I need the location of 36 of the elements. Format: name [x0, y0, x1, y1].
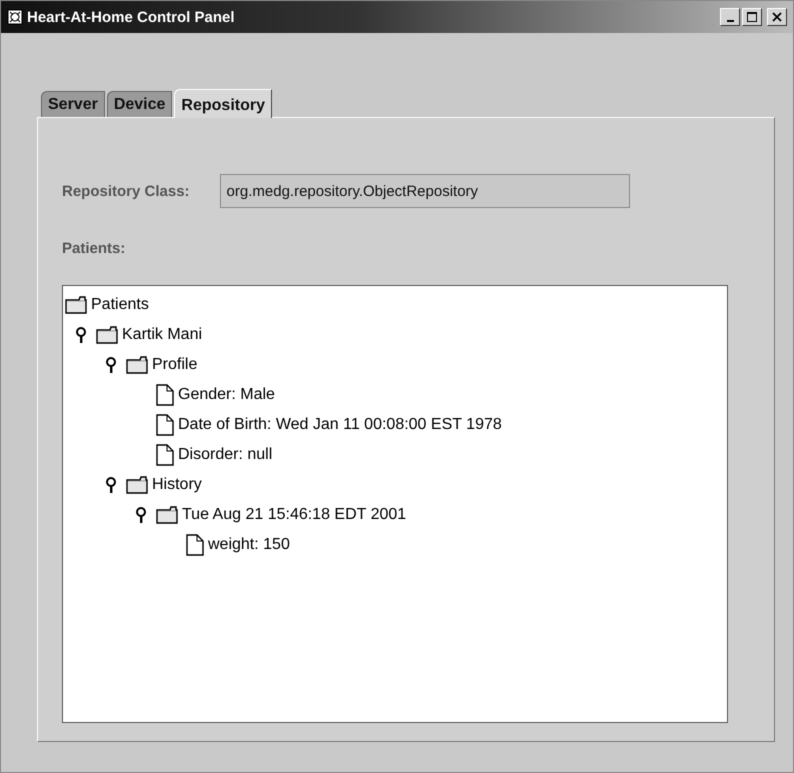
- folder-icon: [126, 476, 148, 494]
- close-icon: [772, 12, 782, 22]
- minimize-button[interactable]: [720, 8, 740, 26]
- expanded-handle-icon[interactable]: [76, 327, 86, 343]
- expanded-handle-icon[interactable]: [106, 477, 116, 493]
- tree-node[interactable]: Profile: [152, 356, 198, 374]
- maximize-button[interactable]: [742, 8, 762, 26]
- app-icon: [7, 9, 23, 25]
- document-icon: [186, 534, 204, 556]
- tree-node[interactable]: Kartik Mani: [122, 326, 202, 344]
- patients-label: Patients:: [62, 240, 126, 257]
- close-button[interactable]: [767, 8, 787, 26]
- field-label: Repository Class:: [62, 182, 190, 200]
- repository-class-field[interactable]: org.medg.repository.ObjectRepository: [220, 174, 630, 208]
- tree-node[interactable]: weight: 150: [208, 536, 290, 554]
- tab[interactable]: Device: [106, 91, 172, 117]
- tree-node[interactable]: Patients: [91, 296, 149, 314]
- maximize-icon: [747, 12, 757, 22]
- tree-node[interactable]: Disorder: null: [178, 446, 272, 464]
- document-icon: [156, 384, 174, 406]
- tab[interactable]: Repository: [174, 89, 272, 118]
- minimize-icon: [726, 20, 734, 22]
- folder-icon: [156, 506, 178, 524]
- tree-node[interactable]: Date of Birth: Wed Jan 11 00:08:00 EST 1978: [178, 416, 502, 434]
- tree-node[interactable]: History: [152, 476, 202, 494]
- folder-icon: [126, 356, 148, 374]
- folder-icon: [65, 296, 87, 314]
- tree-node[interactable]: Gender: Male: [178, 386, 275, 404]
- window-title: Heart-At-Home Control Panel: [27, 8, 235, 26]
- document-icon: [156, 444, 174, 466]
- tab[interactable]: Server: [41, 91, 105, 117]
- document-icon: [156, 414, 174, 436]
- expanded-handle-icon[interactable]: [106, 357, 116, 373]
- tree-node[interactable]: Tue Aug 21 15:46:18 EDT 2001: [182, 506, 406, 524]
- expanded-handle-icon[interactable]: [136, 507, 146, 523]
- folder-icon: [96, 326, 118, 344]
